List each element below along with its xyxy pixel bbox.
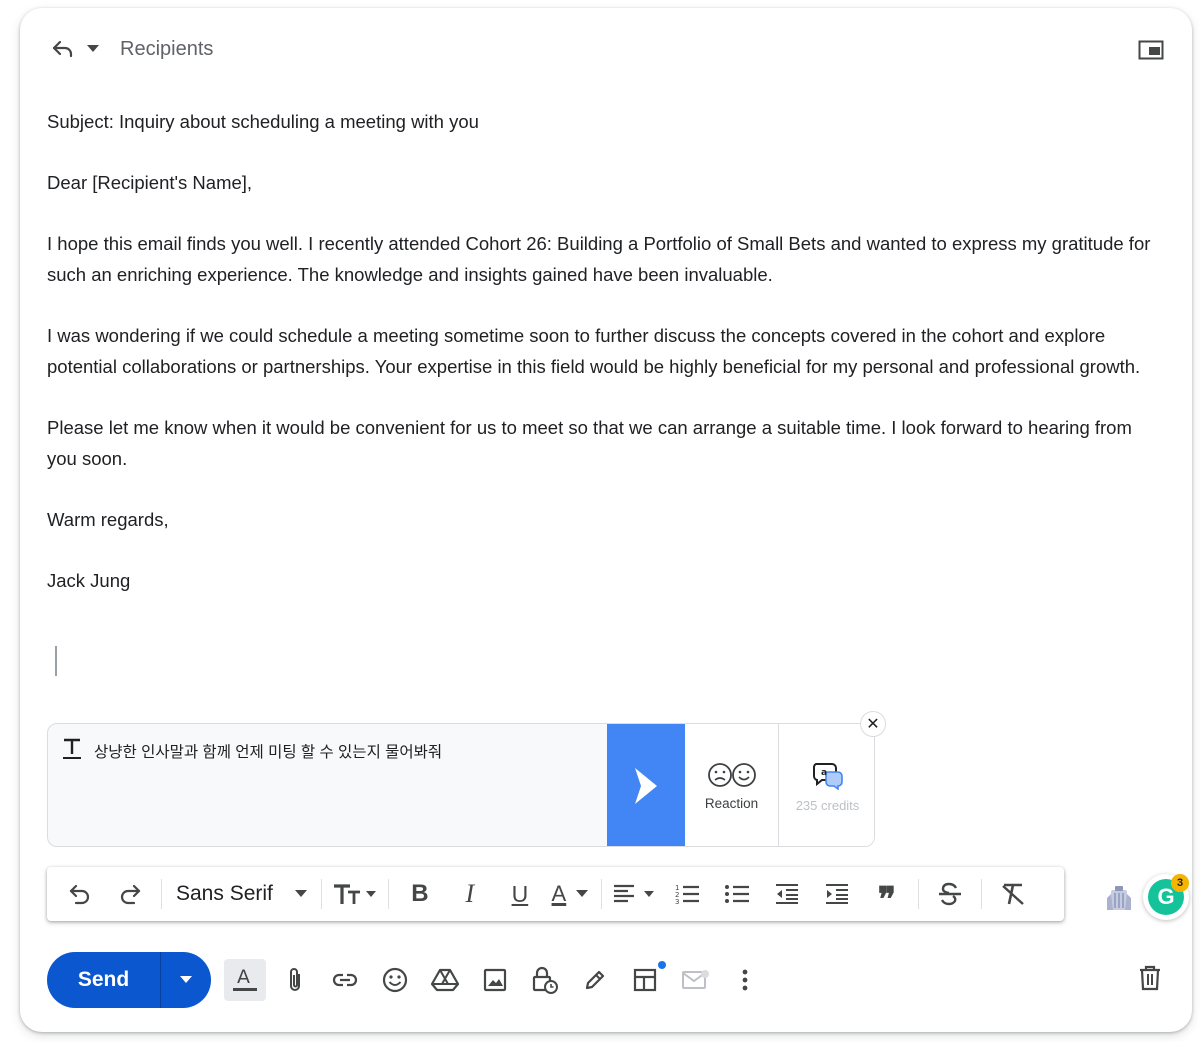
recipients-field[interactable]: Recipients xyxy=(120,38,213,61)
compose-header: Recipients xyxy=(50,34,213,64)
email-body[interactable]: Subject: Inquiry about scheduling a meet… xyxy=(47,106,1157,626)
chevron-right-icon xyxy=(635,768,657,804)
chevron-down-icon xyxy=(576,890,589,897)
font-size-button[interactable] xyxy=(332,874,378,914)
text-color-button[interactable]: A xyxy=(549,874,591,914)
insert-link-icon[interactable] xyxy=(324,959,366,1001)
discard-draft-icon[interactable] xyxy=(1138,964,1162,992)
google-drive-icon[interactable] xyxy=(424,959,466,1001)
text-color-glyph: A xyxy=(551,881,567,906)
reaction-label: Reaction xyxy=(704,795,759,811)
attach-file-icon[interactable] xyxy=(274,959,316,1001)
send-group: Send xyxy=(47,952,211,1008)
ai-prompt-panel: 상냥한 인사말과 함께 언제 미팅 할 수 있는지 물어봐줘 Reaction … xyxy=(47,723,875,847)
reaction-faces-icon xyxy=(707,762,756,787)
toolbar-divider xyxy=(387,879,389,909)
toolbar-divider xyxy=(320,879,322,909)
grammarly-badge: 3 xyxy=(1171,874,1189,892)
emoji-icon[interactable] xyxy=(374,959,416,1001)
paragraph-1: I hope this email finds you well. I rece… xyxy=(47,233,1151,285)
strikethrough-icon[interactable] xyxy=(929,874,971,914)
svg-text:A: A xyxy=(237,966,250,988)
reply-type-dropdown-icon[interactable] xyxy=(86,42,100,56)
reaction-button[interactable]: Reaction xyxy=(685,724,779,846)
numbered-list-icon[interactable]: 123 xyxy=(666,874,708,914)
indent-less-icon[interactable] xyxy=(766,874,808,914)
italic-button[interactable]: I xyxy=(449,874,491,914)
notification-dot xyxy=(658,961,666,969)
reply-icon[interactable] xyxy=(50,36,76,62)
undo-icon[interactable] xyxy=(59,874,101,914)
redo-icon[interactable] xyxy=(109,874,151,914)
text-cursor xyxy=(55,646,57,676)
remove-formatting-icon[interactable] xyxy=(992,874,1034,914)
signature-pen-icon[interactable] xyxy=(574,959,616,1001)
align-button[interactable] xyxy=(612,874,658,914)
grammarly-button[interactable]: G 3 xyxy=(1143,874,1189,920)
extension-icon[interactable] xyxy=(1105,884,1133,912)
credits-indicator[interactable]: a 235 credits xyxy=(779,724,874,846)
send-options-button[interactable] xyxy=(160,952,211,1008)
text-format-icon: A xyxy=(233,966,257,991)
signature: Jack Jung xyxy=(47,570,131,591)
svg-text:3: 3 xyxy=(675,898,679,905)
font-family-select[interactable]: Sans Serif xyxy=(168,874,315,914)
ai-prompt-input[interactable]: 상냥한 인사말과 함께 언제 미팅 할 수 있는지 물어봐줘 xyxy=(94,740,442,762)
paragraph-3: Please let me know when it would be conv… xyxy=(47,417,1132,469)
bottom-toolbar: A xyxy=(224,956,774,1004)
closing: Warm regards, xyxy=(47,509,169,530)
align-left-icon xyxy=(613,884,654,903)
chat-bubble-icon: a xyxy=(812,762,843,790)
underline-button[interactable]: U xyxy=(499,874,541,914)
popout-icon[interactable] xyxy=(1138,40,1164,60)
bulleted-list-icon[interactable] xyxy=(716,874,758,914)
greeting: Dear [Recipient's Name], xyxy=(47,172,253,193)
toolbar-divider xyxy=(980,879,982,909)
compose-window: Recipients Subject: Inquiry about schedu… xyxy=(20,8,1192,1032)
confidential-mode-icon[interactable] xyxy=(524,959,566,1001)
indent-more-icon[interactable] xyxy=(816,874,858,914)
insert-photo-icon[interactable] xyxy=(474,959,516,1001)
close-icon[interactable]: ✕ xyxy=(860,711,886,737)
toolbar-divider xyxy=(161,879,162,909)
chevron-down-icon xyxy=(294,890,307,897)
paragraph-2: I was wondering if we could schedule a m… xyxy=(47,325,1141,377)
text-prompt-icon xyxy=(61,737,83,761)
quote-button[interactable]: ❞ xyxy=(866,874,908,917)
svg-text:a: a xyxy=(821,768,827,778)
formatting-options-button[interactable]: A xyxy=(224,959,266,1001)
send-button[interactable]: Send xyxy=(47,952,160,1008)
toolbar-divider xyxy=(600,879,602,909)
ai-generate-button[interactable] xyxy=(607,724,685,846)
bold-button[interactable]: B xyxy=(399,874,441,914)
mail-icon xyxy=(674,959,716,1001)
template-layout-icon[interactable] xyxy=(624,959,666,1001)
more-options-icon[interactable] xyxy=(724,959,766,1001)
subject-line: Subject: Inquiry about scheduling a meet… xyxy=(47,111,479,132)
credits-label: 235 credits xyxy=(795,797,860,813)
chevron-down-icon xyxy=(180,976,192,983)
toolbar-divider xyxy=(917,879,919,909)
text-size-icon xyxy=(333,884,376,904)
formatting-toolbar: Sans Serif B I U A 123 ❞ xyxy=(47,867,1064,921)
font-family-value: Sans Serif xyxy=(176,882,273,905)
